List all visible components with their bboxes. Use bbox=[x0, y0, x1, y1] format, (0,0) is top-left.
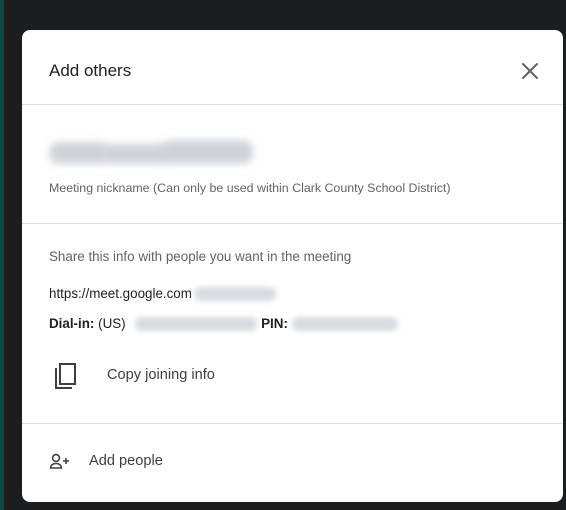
meeting-url-prefix: https://meet.google.com bbox=[49, 286, 192, 301]
add-people-label: Add people bbox=[89, 453, 163, 469]
copy-icon bbox=[55, 363, 76, 389]
close-icon bbox=[522, 63, 538, 79]
pin-label: PIN: bbox=[261, 316, 288, 331]
dialog-title: Add others bbox=[49, 61, 132, 80]
dial-in-country: (US) bbox=[98, 316, 126, 331]
copy-joining-info-label: Copy joining info bbox=[107, 367, 215, 383]
dialog-header: Add others bbox=[22, 30, 563, 104]
window-edge bbox=[0, 0, 4, 510]
meeting-nickname-redacted bbox=[49, 134, 257, 170]
dial-in-number-redacted bbox=[135, 317, 258, 332]
copy-joining-info-button[interactable]: Copy joining info bbox=[54, 360, 354, 392]
pin-redacted bbox=[291, 317, 398, 332]
section-divider bbox=[22, 223, 563, 224]
meeting-code-redacted bbox=[193, 287, 276, 302]
meeting-url[interactable]: https://meet.google.com bbox=[49, 286, 276, 302]
dial-in-row: Dial-in: (US) PIN: bbox=[49, 316, 398, 332]
person-add-icon bbox=[49, 453, 69, 469]
add-others-dialog: Add others Meeting nickname (Can only be… bbox=[22, 30, 563, 502]
footer-divider bbox=[22, 423, 563, 424]
share-info-caption: Share this info with people you want in … bbox=[49, 249, 352, 264]
meeting-nickname-caption: Meeting nickname (Can only be used withi… bbox=[49, 181, 451, 195]
close-button[interactable] bbox=[515, 56, 545, 86]
dial-in-label: Dial-in: bbox=[49, 316, 95, 331]
add-people-button[interactable]: Add people bbox=[49, 448, 269, 476]
header-divider bbox=[22, 104, 563, 105]
